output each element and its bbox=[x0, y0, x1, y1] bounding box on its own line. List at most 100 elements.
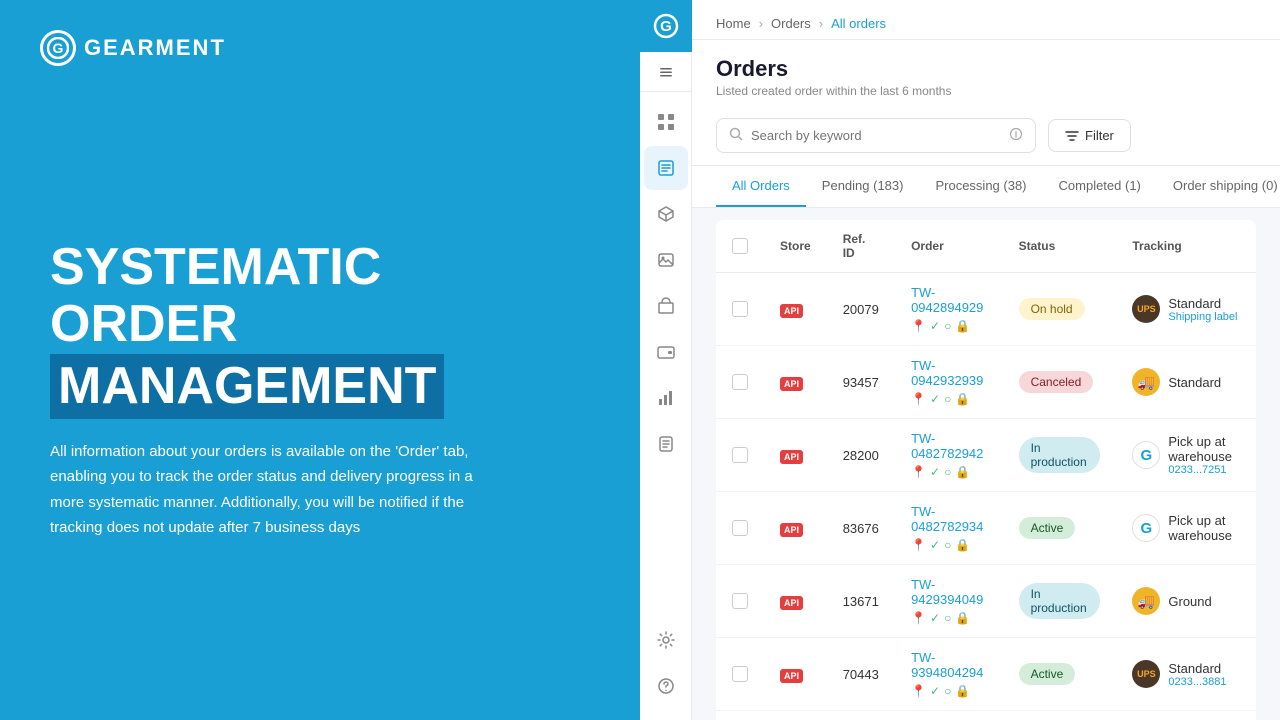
sidebar-item-settings[interactable] bbox=[644, 618, 688, 662]
search-input[interactable] bbox=[751, 128, 1001, 143]
ref-id-cell: 70443 bbox=[827, 638, 895, 711]
row-checkbox-cell bbox=[716, 273, 764, 346]
tracking-sub: 0233...3881 bbox=[1168, 676, 1226, 688]
circle-icon: ○ bbox=[944, 684, 951, 698]
row-checkbox-cell bbox=[716, 492, 764, 565]
tracking-info: UPS Standard 0233...3881 bbox=[1132, 660, 1240, 688]
row-checkbox-cell bbox=[716, 638, 764, 711]
filter-button[interactable]: Filter bbox=[1048, 119, 1131, 152]
tracking-name: Standard bbox=[1168, 375, 1221, 390]
order-id-link[interactable]: TW-0482782942 bbox=[911, 431, 987, 461]
status-badge: On hold bbox=[1019, 298, 1085, 320]
order-id-link[interactable]: TW-9394804294 bbox=[911, 650, 987, 680]
tracking-info: G Pick up at warehouse 0233...7251 bbox=[1132, 434, 1240, 476]
status-cell: In production bbox=[1003, 711, 1117, 720]
circle-icon: ○ bbox=[944, 319, 951, 333]
page-header: Orders Listed created order within the l… bbox=[692, 40, 1280, 106]
breadcrumb-all-orders[interactable]: All orders bbox=[831, 16, 886, 31]
store-badge: API bbox=[780, 523, 803, 537]
tracking-text-container: Pick up at warehouse bbox=[1168, 513, 1240, 543]
hero-description: All information about your orders is ava… bbox=[50, 439, 480, 541]
store-badge: API bbox=[780, 304, 803, 318]
order-id-link[interactable]: TW-0942932939 bbox=[911, 358, 987, 388]
ref-id-cell: 93457 bbox=[827, 346, 895, 419]
tab-pending[interactable]: Pending (183) bbox=[806, 166, 920, 207]
header-tracking: Tracking bbox=[1116, 220, 1256, 273]
tracking-info: 🚚 Standard bbox=[1132, 368, 1240, 396]
location-icon: 📍 bbox=[911, 538, 926, 552]
order-cell: TW-9429394049 📍 ✓ ○ 🔒 bbox=[895, 565, 1003, 638]
table-row: API 83676 TW-0482782934 📍 ✓ ○ 🔒 Active G… bbox=[716, 492, 1256, 565]
location-icon: 📍 bbox=[911, 684, 926, 698]
sidebar-item-wallet[interactable] bbox=[644, 330, 688, 374]
sidebar-item-images[interactable] bbox=[644, 238, 688, 282]
order-cell: TW-0482782934 📍 ✓ ○ 🔒 bbox=[895, 492, 1003, 565]
row-checkbox-cell bbox=[716, 419, 764, 492]
order-id-link[interactable]: TW-0482782934 bbox=[911, 504, 987, 534]
sidebar-item-analytics[interactable] bbox=[644, 376, 688, 420]
tabs: All Orders Pending (183) Processing (38)… bbox=[692, 166, 1280, 208]
check-circle-icon: ✓ bbox=[930, 611, 940, 625]
order-status-icons: 📍 ✓ ○ 🔒 bbox=[911, 684, 987, 698]
lock-icon: 🔒 bbox=[955, 684, 970, 698]
carrier-g-icon: G bbox=[1132, 514, 1160, 542]
row-checkbox[interactable] bbox=[732, 374, 748, 390]
breadcrumb-home[interactable]: Home bbox=[716, 16, 751, 31]
sidebar-item-store[interactable] bbox=[644, 284, 688, 328]
lock-icon: 🔒 bbox=[955, 465, 970, 479]
lock-icon: 🔒 bbox=[955, 319, 970, 333]
store-cell: API bbox=[764, 565, 827, 638]
row-checkbox[interactable] bbox=[732, 593, 748, 609]
tab-processing[interactable]: Processing (38) bbox=[919, 166, 1042, 207]
status-cell: On hold bbox=[1003, 273, 1117, 346]
tracking-text-container: Standard 0233...3881 bbox=[1168, 661, 1226, 688]
tracking-name: Standard bbox=[1168, 296, 1237, 311]
breadcrumb: Home › Orders › All orders bbox=[692, 0, 1280, 40]
left-panel: G GEARMENT SYSTEMATIC ORDER MANAGEMENT A… bbox=[0, 0, 640, 720]
status-cell: Active bbox=[1003, 638, 1117, 711]
header-checkbox bbox=[716, 220, 764, 273]
breadcrumb-orders[interactable]: Orders bbox=[771, 16, 811, 31]
tracking-name: Standard bbox=[1168, 661, 1226, 676]
store-badge: API bbox=[780, 596, 803, 610]
tab-order-shipping[interactable]: Order shipping (0) bbox=[1157, 166, 1280, 207]
sidebar-item-products[interactable] bbox=[644, 192, 688, 236]
row-checkbox-cell bbox=[716, 346, 764, 419]
table-row: API 70443 TW-9394804294 📍 ✓ ○ 🔒 Active U… bbox=[716, 638, 1256, 711]
order-id-link[interactable]: TW-0942894929 bbox=[911, 285, 987, 315]
select-all-checkbox[interactable] bbox=[732, 238, 748, 254]
ref-id-cell: 13671 bbox=[827, 565, 895, 638]
search-box[interactable] bbox=[716, 118, 1036, 153]
right-panel: G bbox=[640, 0, 1280, 720]
tracking-cell: G Pick up at warehouse 0233...7251 bbox=[1116, 419, 1256, 492]
store-badge: API bbox=[780, 450, 803, 464]
sidebar-item-help[interactable] bbox=[644, 664, 688, 708]
lock-icon: 🔒 bbox=[955, 538, 970, 552]
sidebar-item-dashboard[interactable] bbox=[644, 100, 688, 144]
row-checkbox-cell bbox=[716, 565, 764, 638]
check-circle-icon: ✓ bbox=[930, 538, 940, 552]
carrier-truck-icon: 🚚 bbox=[1132, 368, 1160, 396]
tracking-text-container: Standard bbox=[1168, 375, 1221, 390]
page-subtitle: Listed created order within the last 6 m… bbox=[716, 84, 1256, 98]
row-checkbox[interactable] bbox=[732, 520, 748, 536]
sidebar-item-logs[interactable] bbox=[644, 422, 688, 466]
sidebar-item-orders[interactable] bbox=[644, 146, 688, 190]
check-circle-icon: ✓ bbox=[930, 684, 940, 698]
location-icon: 📍 bbox=[911, 392, 926, 406]
row-checkbox[interactable] bbox=[732, 301, 748, 317]
order-id-link[interactable]: TW-9429394049 bbox=[911, 577, 987, 607]
row-checkbox-cell bbox=[716, 711, 764, 720]
store-cell: API bbox=[764, 419, 827, 492]
row-checkbox[interactable] bbox=[732, 666, 748, 682]
tab-completed[interactable]: Completed (1) bbox=[1043, 166, 1157, 207]
status-cell: In production bbox=[1003, 419, 1117, 492]
status-badge: In production bbox=[1019, 437, 1101, 473]
status-badge: Canceled bbox=[1019, 371, 1094, 393]
sidebar-toggle[interactable] bbox=[640, 52, 692, 92]
row-checkbox[interactable] bbox=[732, 447, 748, 463]
order-status-icons: 📍 ✓ ○ 🔒 bbox=[911, 538, 987, 552]
tab-all-orders[interactable]: All Orders bbox=[716, 166, 806, 207]
search-icon bbox=[729, 127, 743, 144]
page-title: Orders bbox=[716, 56, 1256, 82]
